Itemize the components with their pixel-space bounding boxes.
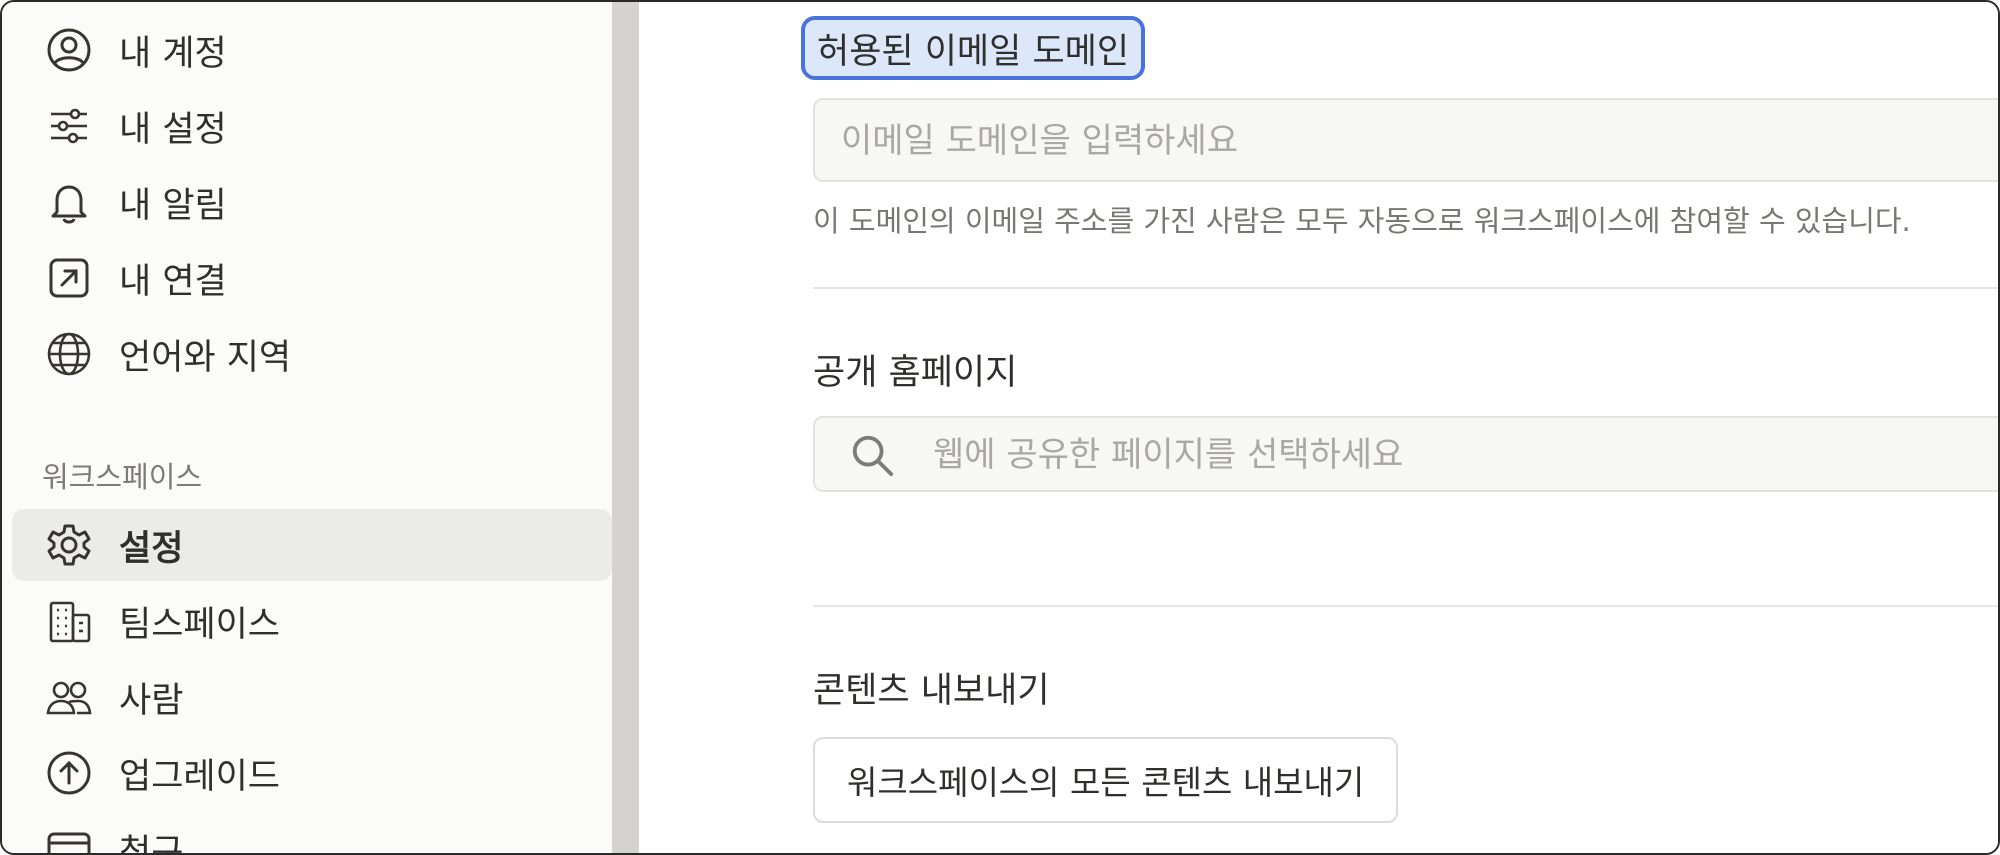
public-homepage-title: 공개 홈페이지 — [813, 353, 1018, 393]
search-icon — [852, 435, 894, 477]
people-icon — [44, 672, 94, 722]
sidebar-item-billing[interactable]: 청구 — [12, 813, 612, 855]
sidebar-item-my-settings[interactable]: 내 설정 — [12, 90, 612, 162]
sidebar-item-my-account[interactable]: 내 계정 — [12, 14, 612, 86]
export-all-content-button[interactable]: 워크스페이스의 모든 콘텐츠 내보내기 — [813, 737, 1399, 823]
sidebar-item-label: 팀스페이스 — [119, 604, 281, 645]
divider — [813, 605, 1998, 607]
allowed-email-domains-title: 허용된 이메일 도메인 — [801, 16, 1146, 80]
arrow-up-circle-icon — [44, 748, 94, 798]
bell-icon — [44, 177, 94, 227]
sidebar-item-label: 내 연결 — [119, 261, 227, 302]
globe-icon — [44, 329, 94, 379]
sidebar-item-label: 내 알림 — [119, 185, 227, 226]
divider — [813, 287, 1998, 289]
sidebar-item-settings[interactable]: 설정 — [12, 509, 612, 581]
sidebar-item-label: 청구 — [119, 832, 184, 855]
sidebar-item-label: 업그레이드 — [119, 756, 281, 797]
sidebar-item-label: 내 설정 — [119, 109, 227, 150]
sidebar-item-my-connections[interactable]: 내 연결 — [12, 242, 612, 314]
credit-card-icon — [44, 824, 94, 853]
sidebar-item-language-region[interactable]: 언어와 지역 — [12, 318, 612, 390]
sidebar-item-label: 사람 — [119, 680, 184, 721]
building-icon — [44, 596, 94, 646]
sidebar-item-upgrade[interactable]: 업그레이드 — [12, 737, 612, 809]
settings-sidebar: 내 계정 내 설정 내 알림 내 연결 언어와 지역 워크스페이스 설정 팀스페… — [2, 2, 612, 855]
email-domain-input[interactable] — [839, 100, 1943, 182]
workspace-section-label: 워크스페이스 — [42, 460, 203, 494]
public-homepage-picker[interactable] — [813, 416, 1998, 492]
sidebar-item-my-notifications[interactable]: 내 알림 — [12, 166, 612, 238]
gear-icon — [44, 520, 94, 570]
sidebar-item-label: 내 계정 — [119, 33, 227, 74]
public-homepage-input[interactable] — [931, 418, 1998, 492]
sidebar-item-label: 설정 — [119, 528, 184, 569]
settings-window: 내 계정 내 설정 내 알림 내 연결 언어와 지역 워크스페이스 설정 팀스페… — [0, 0, 2000, 855]
sidebar-scrollbar[interactable] — [612, 2, 639, 853]
email-domain-helper-text: 이 도메인의 이메일 주소를 가진 사람은 모두 자동으로 워크스페이스에 참여… — [813, 204, 1911, 238]
sliders-icon — [44, 101, 94, 151]
sidebar-item-people[interactable]: 사람 — [12, 661, 612, 733]
export-content-title: 콘텐츠 내보내기 — [813, 671, 1050, 711]
email-domain-field-container — [813, 98, 1998, 182]
settings-content: 허용된 이메일 도메인 이 도메인의 이메일 주소를 가진 사람은 모두 자동으… — [639, 2, 1998, 853]
arrow-up-right-box-icon — [44, 253, 94, 303]
account-circle-icon — [44, 25, 94, 75]
sidebar-item-teamspaces[interactable]: 팀스페이스 — [12, 585, 612, 657]
sidebar-item-label: 언어와 지역 — [119, 337, 292, 378]
